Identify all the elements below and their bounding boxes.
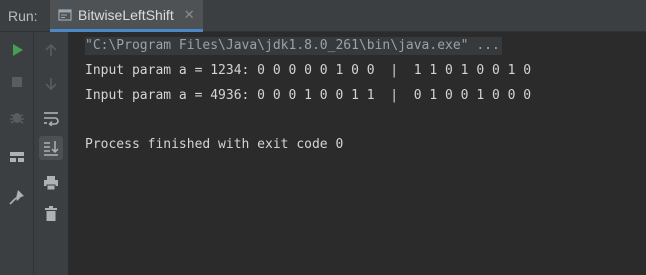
console-exit-line: Process finished with exit code 0 — [85, 137, 344, 152]
run-tool-window: Run: BitwiseLeftShift ✕ "C:\Program File… — [0, 0, 646, 275]
console-window-icon — [58, 8, 72, 22]
console-output-line: Input param a = 4936: 0 0 0 1 0 0 1 1 | … — [85, 88, 532, 103]
soft-wrap-icon[interactable] — [39, 106, 63, 130]
run-tab-bitwiseleftshift[interactable]: BitwiseLeftShift ✕ — [50, 0, 203, 32]
print-icon[interactable] — [39, 171, 63, 195]
pin-icon[interactable] — [5, 185, 29, 209]
debug-bug-icon[interactable] — [5, 105, 29, 129]
up-arrow-icon[interactable] — [39, 38, 63, 62]
rerun-icon[interactable] — [5, 38, 29, 62]
run-tab-bar: Run: BitwiseLeftShift ✕ — [0, 0, 646, 32]
stop-icon[interactable] — [5, 70, 29, 94]
console-output[interactable]: "C:\Program Files\Java\jdk1.8.0_261\bin\… — [70, 32, 646, 275]
run-panel-label: Run: — [8, 8, 38, 24]
layout-icon[interactable] — [5, 145, 29, 169]
down-arrow-icon[interactable] — [39, 72, 63, 96]
run-actions-toolbar — [0, 32, 34, 275]
tab-title: BitwiseLeftShift — [78, 6, 174, 23]
console-actions-toolbar — [34, 32, 69, 275]
console-command-line: "C:\Program Files\Java\jdk1.8.0_261\bin\… — [85, 37, 502, 55]
scroll-to-end-icon[interactable] — [39, 136, 63, 160]
trash-icon[interactable] — [39, 202, 63, 226]
console-output-line: Input param a = 1234: 0 0 0 0 0 1 0 0 | … — [85, 63, 532, 78]
close-tab-icon[interactable]: ✕ — [184, 7, 195, 23]
